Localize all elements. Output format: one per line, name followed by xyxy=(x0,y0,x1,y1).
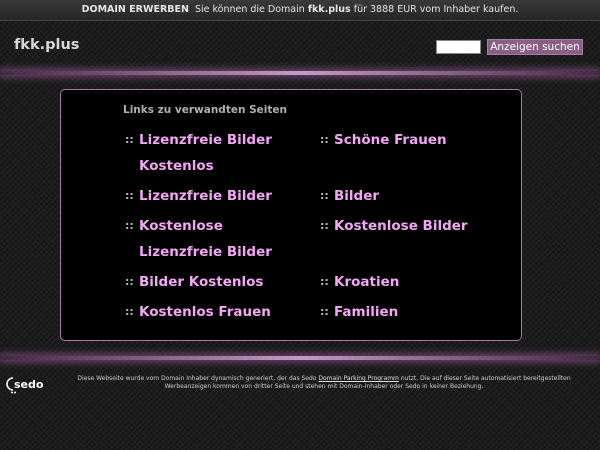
bullet-icon: :: xyxy=(125,133,134,146)
footer-text-part1: Diese Webseite wurde vom Domain Inhaber … xyxy=(77,375,317,382)
related-link-label[interactable]: Lizenzfreie Bilder xyxy=(139,239,272,265)
bullet-icon: :: xyxy=(320,133,329,146)
bullet-icon: :: xyxy=(320,275,329,288)
footer-disclaimer: Diese Webseite wurde vom Domain Inhaber … xyxy=(56,375,592,391)
offer-text-after: für 3888 EUR vom Inhaber kaufen. xyxy=(353,4,519,15)
buy-domain-link[interactable]: DOMAIN ERWERBEN xyxy=(82,4,189,15)
bullet-icon: :: xyxy=(320,219,329,232)
related-link-label[interactable]: Kostenlose xyxy=(139,213,223,239)
search-button[interactable]: Anzeigen suchen xyxy=(487,39,583,55)
bullet-icon: :: xyxy=(125,219,134,232)
header-glow-divider xyxy=(0,71,600,75)
sedo-logo-text: sedo xyxy=(14,378,44,391)
sedo-logo[interactable]: sedo xyxy=(6,375,48,395)
bullet-icon: :: xyxy=(125,189,134,202)
header: fkk.plus Anzeigen suchen xyxy=(0,20,600,72)
sedo-logo-dot xyxy=(11,391,13,394)
bullet-icon: :: xyxy=(320,189,329,202)
links-heading: Links zu verwandten Seiten xyxy=(123,104,287,116)
footer-glow-divider xyxy=(0,356,600,360)
sedo-logo-arc xyxy=(6,377,14,391)
related-link-label[interactable]: Lizenzfreie Bilder xyxy=(139,183,272,209)
related-link-label[interactable]: Kroatien xyxy=(334,269,399,295)
related-link-label[interactable]: Kostenlose Bilder xyxy=(334,213,468,239)
search-input[interactable] xyxy=(436,40,481,54)
related-link-label[interactable]: Kostenlos Frauen xyxy=(139,299,271,325)
bullet-icon: :: xyxy=(125,305,134,318)
related-link-label[interactable]: Familien xyxy=(334,299,398,325)
related-link-label[interactable]: Bilder Kostenlos xyxy=(139,269,263,295)
parking-program-link[interactable]: Domain Parking Programm xyxy=(318,375,399,382)
related-link-label[interactable]: Schöne Frauen xyxy=(334,127,447,153)
offer-text-before: Sie können die Domain xyxy=(194,4,305,15)
related-link-label[interactable]: Kostenlos xyxy=(139,153,214,179)
related-link-label[interactable]: Bilder xyxy=(334,183,379,209)
domain-offer-bar: DOMAIN ERWERBEN Sie können die Domain fkk… xyxy=(0,0,600,21)
sedo-logo-dot xyxy=(14,391,16,394)
bullet-icon: :: xyxy=(125,275,134,288)
offer-domain-name: fkk.plus xyxy=(307,4,351,15)
related-links-panel: Links zu verwandten Seiten :: Lizenzfrei… xyxy=(60,89,522,341)
bullet-icon: :: xyxy=(320,305,329,318)
site-title[interactable]: fkk.plus xyxy=(14,37,79,53)
related-link-label[interactable]: Lizenzfreie Bilder xyxy=(139,127,272,153)
